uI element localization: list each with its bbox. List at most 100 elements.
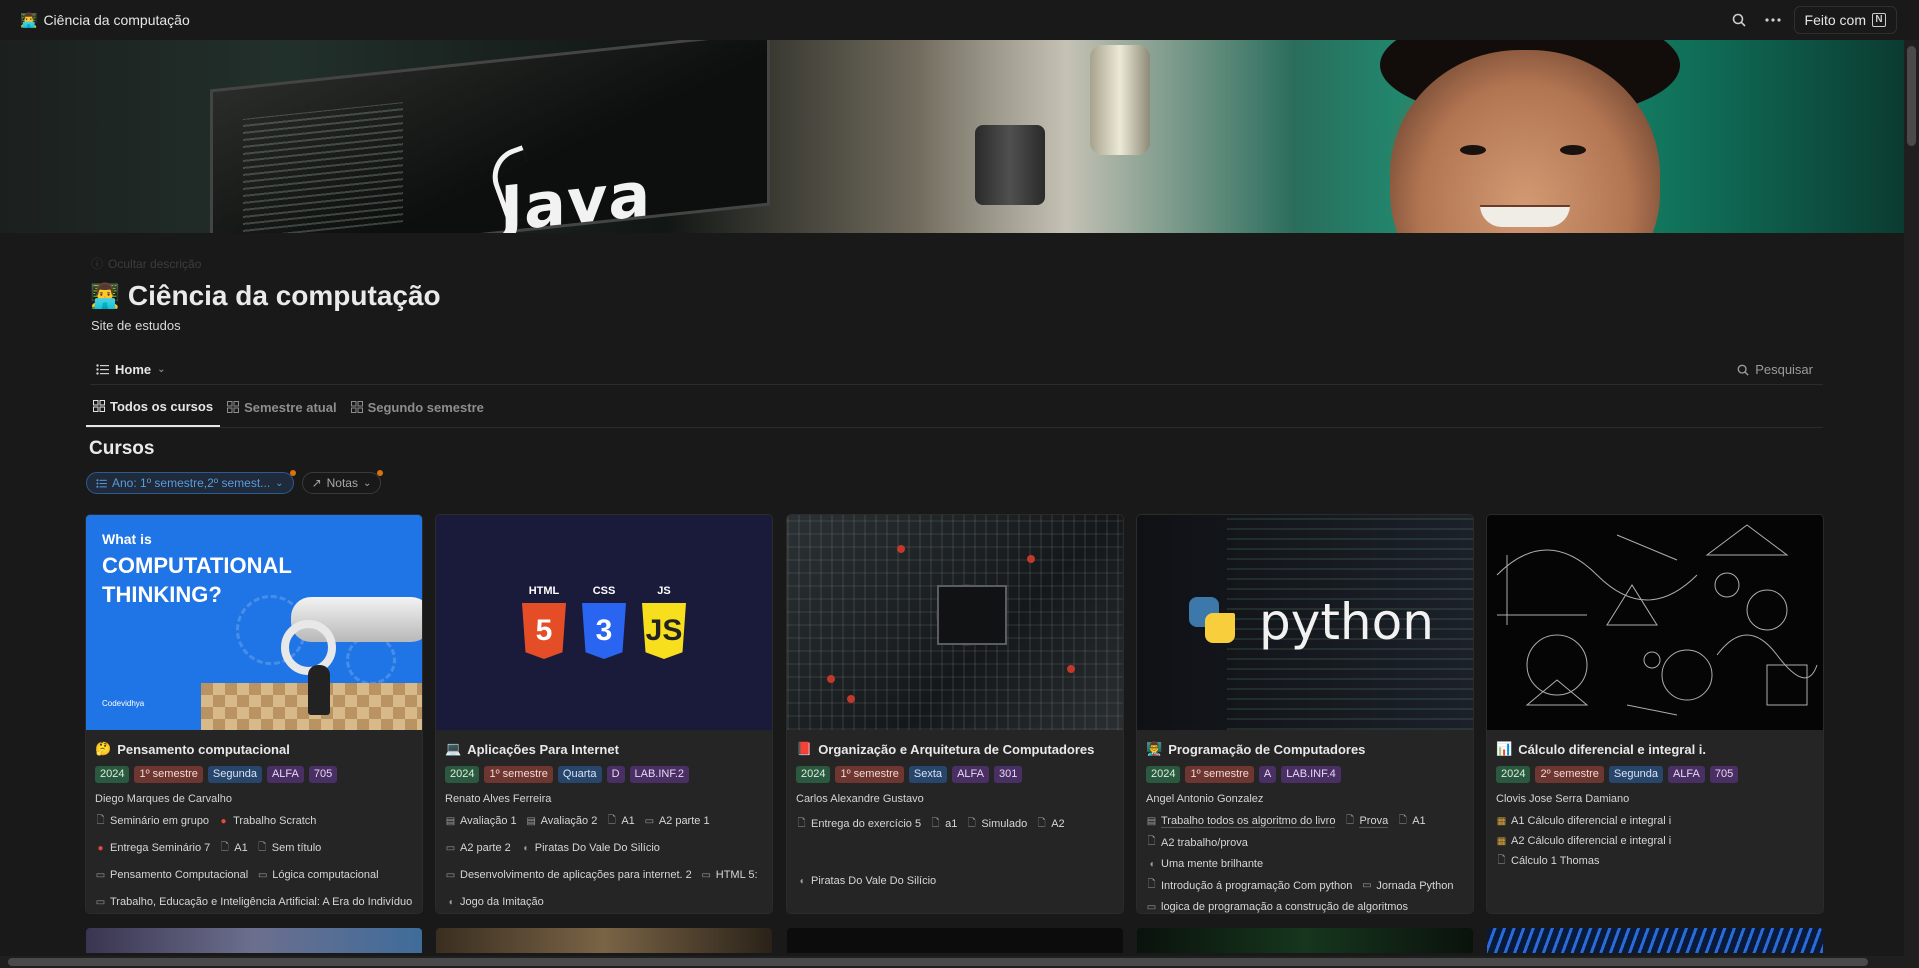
tag-room: LAB.INF.4 <box>1281 766 1341 783</box>
relation-link[interactable]: ▤ Trabalho todos os algoritmo do livro <box>1146 813 1336 829</box>
database-search-button[interactable]: Pesquisar <box>1737 362 1823 377</box>
tab-todos-os-cursos[interactable]: Todos os cursos <box>86 395 221 427</box>
list-icon <box>96 364 109 375</box>
cover-monitor <box>210 40 770 233</box>
html5-label: HTML <box>528 585 560 597</box>
relation-link[interactable]: ▭ logica de programação a construção de a… <box>1146 899 1408 913</box>
breadcrumb[interactable]: 👨‍💻 Ciência da computação <box>14 8 196 33</box>
tab-segundo-semestre[interactable]: Segundo semestre <box>344 395 491 427</box>
link-text: Desenvolvimento de aplicações para inter… <box>460 869 692 881</box>
relation-link[interactable]: ▭ Pensamento Computacional <box>95 867 248 883</box>
scrollbar-thumb[interactable] <box>8 958 1868 966</box>
relation-link[interactable]: 🗋 Sem título <box>257 840 321 856</box>
link-text: Lógica computacional <box>272 869 379 881</box>
relation-link[interactable]: ▤ Avaliação 1 <box>445 813 517 829</box>
course-card[interactable]: HTML 5 CSS 3 JS JS 💻 Aplicações Para Int… <box>436 515 772 913</box>
link-text: Piratas Do Vale Do Silício <box>534 842 660 854</box>
card-cover-text-line: COMPUTATIONAL <box>102 553 292 578</box>
course-card-partial[interactable] <box>1137 928 1473 953</box>
card-professor: Angel Antonio Gonzalez <box>1146 793 1264 805</box>
scrollbar-thumb[interactable] <box>1907 46 1916 146</box>
relation-link[interactable]: ● Trabalho Scratch <box>218 813 317 829</box>
link-text: Uma mente brilhante <box>1161 858 1264 871</box>
course-card-partial[interactable] <box>86 928 422 953</box>
relation-link[interactable]: 🗋 Prova <box>1344 813 1389 829</box>
relation-link[interactable]: ▭ A2 parte 1 <box>644 813 710 829</box>
tag-weekday: Sexta <box>908 766 948 783</box>
link-text: Trabalho Scratch <box>233 815 317 827</box>
js-label: JS <box>657 585 671 597</box>
relation-link[interactable]: 🗋 a1 <box>930 816 958 832</box>
course-card[interactable]: 📊 Cálculo diferencial e integral i. 2024… <box>1487 515 1823 913</box>
relation-link[interactable]: ◖ Jogo da Imitação <box>445 894 543 910</box>
relation-link[interactable]: 🗋 A2 <box>1036 816 1065 832</box>
relation-link[interactable]: ▭ A2 parte 2 <box>445 840 511 856</box>
ano-filter-chip[interactable]: Ano: 1º semestre,2º semest... ⌄ <box>86 470 296 494</box>
tag-weekday: Segunda <box>207 766 262 783</box>
tag-room: LAB.INF.2 <box>629 766 690 783</box>
course-card[interactable]: What is COMPUTATIONAL THINKING? Codevidh… <box>86 515 422 913</box>
relation-link[interactable]: 🗋 A1 <box>1397 813 1426 829</box>
view-tabs: Todos os cursos Semestre atual Segundo s… <box>86 396 1823 428</box>
relation-link[interactable]: ● Entrega Seminário 7 <box>95 840 210 856</box>
card-cover-text: COMPUTATIONAL THINKING? <box>102 551 292 609</box>
relation-link[interactable]: ◖ Uma mente brilhante <box>1146 856 1446 872</box>
relation-link[interactable]: ▭ Lógica computacional <box>257 867 379 883</box>
card-cover-text-line: THINKING? <box>102 582 222 607</box>
relation-link[interactable]: 🗋 A1 <box>219 840 248 856</box>
horizontal-scrollbar[interactable] <box>0 956 1904 968</box>
link-text: A2 parte 2 <box>460 842 511 854</box>
course-card[interactable]: python 👨‍🏫 Programação de Computadores 2… <box>1137 515 1473 913</box>
home-view-selector[interactable]: Home ⌄ <box>90 358 172 381</box>
relation-link[interactable]: 🗋 Seminário em grupo <box>95 813 209 829</box>
python-logo-icon <box>1205 613 1235 643</box>
card-title-text: Organização e Arquitetura de Computadore… <box>818 741 1095 757</box>
relation-link[interactable]: ◖ Piratas Do Vale Do Silício <box>520 840 660 856</box>
link-text: A2 parte 1 <box>658 815 710 827</box>
relation-link[interactable]: ▤ Avaliação 2 <box>526 813 597 829</box>
vertical-scrollbar[interactable] <box>1904 40 1919 968</box>
relation-link[interactable]: 🗋 A1 <box>606 813 635 829</box>
tag-semester: 1º semestre <box>484 766 553 783</box>
link-text: Cálculo 1 Thomas <box>1511 855 1600 867</box>
page-icon: 🗋 <box>1497 854 1506 866</box>
card-title: 📊 Cálculo diferencial e integral i. <box>1496 740 1814 758</box>
info-icon: ⓘ <box>91 257 104 271</box>
relation-link[interactable]: 🗋 A2 trabalho/prova <box>1146 835 1247 851</box>
link-text: A2 <box>1051 818 1065 830</box>
card-links: ▤ Avaliação 1 ▤ Avaliação 2 🗋 A1 ▭ A2 parte … <box>445 813 763 913</box>
relation-link[interactable]: 🗋 Cálculo 1 Thomas <box>1496 853 1814 869</box>
relation-link[interactable]: ▭ HTML 5: <box>701 867 758 883</box>
page-icon: 🗋 <box>931 817 940 829</box>
link-text: A1 <box>234 842 248 854</box>
page-icon: 🗋 <box>607 814 616 826</box>
relation-link[interactable]: ▦ A2 Cálculo diferencial e integral i <box>1496 833 1814 849</box>
tag-room: 301 <box>993 766 1023 783</box>
circuit-component <box>1067 665 1075 673</box>
course-card-partial[interactable] <box>787 928 1123 953</box>
link-text: Trabalho, Educação e Inteligência Artifi… <box>110 896 413 908</box>
notas-filter-chip[interactable]: ↗ Notas ⌄ <box>301 470 384 494</box>
relation-link[interactable]: 🗋 Entrega do exercício 5 <box>796 816 921 832</box>
relation-link[interactable]: 🗋 Introdução á programação Com python <box>1146 878 1352 894</box>
more-options-icon[interactable] <box>1760 7 1786 33</box>
hide-description-label: Ocultar descrição <box>108 256 202 271</box>
relation-link[interactable]: ▭ Trabalho, Educação e Inteligência Artif… <box>95 894 413 910</box>
relation-link[interactable]: ▭ Jornada Python <box>1361 878 1453 894</box>
relation-link[interactable]: ◖ Piratas Do Vale Do Silício <box>796 873 936 889</box>
arrow-up-right-icon: ↗ <box>311 476 322 490</box>
course-card-partial[interactable] <box>436 928 772 953</box>
course-card-partial[interactable] <box>1487 928 1823 953</box>
hide-description-button[interactable]: ⓘ Ocultar descrição <box>91 255 201 272</box>
search-icon[interactable] <box>1726 7 1752 33</box>
course-card[interactable]: 📕 Organização e Arquitetura de Computado… <box>787 515 1123 913</box>
tag-year: 2024 <box>95 766 130 783</box>
home-view-label: Home <box>115 362 152 377</box>
relation-link[interactable]: ▭ Desenvolvimento de aplicações para inte… <box>445 867 692 883</box>
made-with-notion-button[interactable]: Feito com N <box>1793 6 1897 34</box>
relation-link[interactable]: ▦ A1 Cálculo diferencial e integral i <box>1496 813 1814 829</box>
relation-link[interactable]: 🗋 Simulado <box>966 816 1027 832</box>
tab-semestre-atual[interactable]: Semestre atual <box>220 395 344 427</box>
tag-room: 705 <box>1709 766 1739 783</box>
css3-label: CSS <box>592 585 616 597</box>
